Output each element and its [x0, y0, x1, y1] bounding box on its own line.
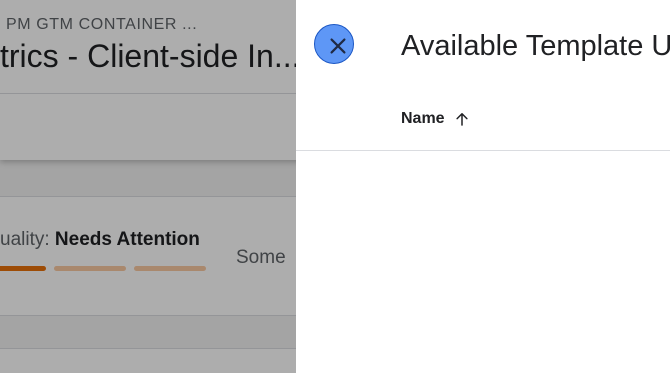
close-icon	[330, 38, 346, 54]
panel-title: Available Template U	[401, 30, 670, 62]
template-panel: Available Template U Name	[296, 0, 670, 373]
name-column-label: Name	[401, 110, 445, 127]
table-divider	[296, 150, 670, 151]
arrow-up-icon	[455, 113, 468, 126]
modal-scrim[interactable]	[0, 0, 296, 373]
name-column-header[interactable]: Name	[401, 110, 471, 128]
close-button[interactable]	[314, 24, 354, 64]
